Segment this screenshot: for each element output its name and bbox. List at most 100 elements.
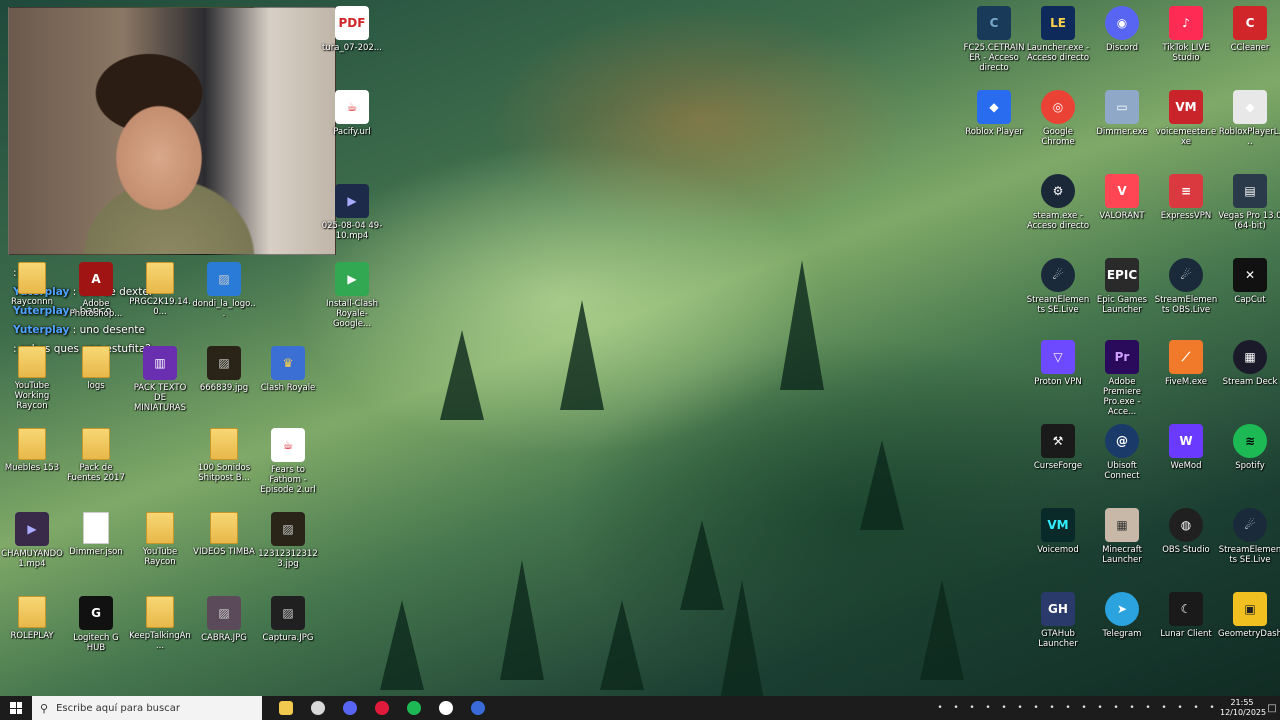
desktop-icon[interactable]: ➤ Telegram xyxy=(1090,592,1154,639)
desktop-icon[interactable]: ☄ StreamElements SE.Live xyxy=(1218,508,1280,565)
desktop-icon[interactable]: logs xyxy=(64,346,128,391)
desktop-icon[interactable]: EPIC Epic Games Launcher xyxy=(1090,258,1154,315)
desktop-icon[interactable]: ☾ Lunar Client xyxy=(1154,592,1218,639)
desktop-icon[interactable]: @ Ubisoft Connect xyxy=(1090,424,1154,481)
chat-message: Yuterplay : uno desente xyxy=(13,321,343,340)
spotify-icon: ≋ xyxy=(1233,424,1267,458)
desktop-icon[interactable]: ☕ Fears to Fathom - Episode 2.url xyxy=(256,428,320,495)
desktop-icon[interactable]: ◆ RobloxPlayerL... xyxy=(1218,90,1280,147)
start-button[interactable] xyxy=(0,696,32,720)
steam-icon[interactable]: • xyxy=(964,696,980,720)
desktop-icon[interactable]: ▦ Minecraft Launcher xyxy=(1090,508,1154,565)
desktop-icon[interactable]: V VALORANT xyxy=(1090,174,1154,221)
desktop-icon[interactable]: Dimmer.json xyxy=(64,512,128,557)
obs-icon: ◍ xyxy=(1169,508,1203,542)
discord-icon[interactable]: • xyxy=(1060,696,1076,720)
desktop-icon[interactable]: ▤ Vegas Pro 13.0 (64-bit) xyxy=(1218,174,1280,231)
discord-icon[interactable] xyxy=(334,696,366,720)
desktop-icon[interactable]: VM Voicemod xyxy=(1026,508,1090,555)
desktop-icon[interactable]: ▶ Install-Clash Royale-Google... xyxy=(320,262,384,329)
keyboard-icon[interactable]: • xyxy=(1188,696,1204,720)
desktop-icon[interactable]: ▽ Proton VPN xyxy=(1026,340,1090,387)
app-icon[interactable] xyxy=(462,696,494,720)
desktop-icon[interactable]: C FC25.CETRAINER - Acceso directo xyxy=(962,6,1026,73)
speaker-icon[interactable]: • xyxy=(1140,696,1156,720)
g-hub-icon[interactable] xyxy=(430,696,462,720)
desktop-icon[interactable]: Muebles 153 xyxy=(0,428,64,473)
cloud-icon[interactable]: • xyxy=(996,696,1012,720)
desktop-icon[interactable]: YouTube Working Raycon xyxy=(0,346,64,411)
desktop-icon[interactable]: ▶ 025-08-04 49-10.mp4 xyxy=(320,184,384,241)
desktop-icon[interactable]: ▥ PACK TEXTO DE MINIATURAS xyxy=(128,346,192,413)
desktop-icon[interactable]: ▣ GeometryDash xyxy=(1218,592,1280,639)
desktop-icon[interactable]: ◉ Discord xyxy=(1090,6,1154,53)
battery-icon[interactable]: • xyxy=(1172,696,1188,720)
display-icon[interactable]: • xyxy=(1204,696,1220,720)
desktop-icon[interactable]: ≡ ExpressVPN xyxy=(1154,174,1218,221)
desktop-icon[interactable]: ☄ StreamElements SE.Live xyxy=(1026,258,1090,315)
desktop-icon[interactable]: ▨ dondi_la_logo... xyxy=(192,262,256,319)
desktop-icon[interactable]: VM voicemeeter.exe xyxy=(1154,90,1218,147)
desktop-icon[interactable]: ☕ Pacify.url xyxy=(320,90,384,137)
desktop-icon[interactable]: ⟋ FiveM.exe xyxy=(1154,340,1218,387)
desktop-icon[interactable]: ◎ Google Chrome xyxy=(1026,90,1090,147)
desktop-icon[interactable]: VIDEOS TIMBA xyxy=(192,512,256,557)
desktop-icon[interactable]: W WeMod xyxy=(1154,424,1218,471)
vpn-icon[interactable]: • xyxy=(1012,696,1028,720)
desktop-icon[interactable]: ▶ CHAMUYANDO 1.mp4 xyxy=(0,512,64,569)
file-explorer-icon[interactable] xyxy=(270,696,302,720)
desktop-icon-label: Fears to Fathom - Episode 2.url xyxy=(260,465,316,495)
network-icon[interactable]: • xyxy=(980,696,996,720)
desktop-icon[interactable]: G Logitech G HUB xyxy=(64,596,128,653)
desktop-icon[interactable]: ▨ 666839.jpg xyxy=(192,346,256,393)
desktop-icon[interactable]: ⚒ CurseForge xyxy=(1026,424,1090,471)
desktop-icon[interactable]: ▨ 123123123123.jpg xyxy=(256,512,320,569)
folder-icon xyxy=(82,346,110,378)
desktop-icon[interactable]: KeepTalkingAn... xyxy=(128,596,192,651)
notification-icon[interactable]: □ xyxy=(1264,696,1280,720)
desktop-icon[interactable]: Pr Adobe Premiere Pro.exe - Acce... xyxy=(1090,340,1154,417)
nvidia-icon[interactable]: • xyxy=(1028,696,1044,720)
lunar-client-icon: ☾ xyxy=(1169,592,1203,626)
spotify-icon[interactable]: • xyxy=(1044,696,1060,720)
volume-icon[interactable]: • xyxy=(1156,696,1172,720)
bluetooth-icon[interactable]: • xyxy=(1092,696,1108,720)
desktop-icon[interactable]: ☄ StreamElements OBS.Live xyxy=(1154,258,1218,315)
streamelements-icon[interactable] xyxy=(302,696,334,720)
opera-gx-icon[interactable] xyxy=(366,696,398,720)
desktop-icon[interactable]: PDF tura_07-202... xyxy=(320,6,384,53)
security-icon[interactable]: • xyxy=(1076,696,1092,720)
obs-icon[interactable]: • xyxy=(932,696,948,720)
desktop-icon[interactable]: PRGC2K19.14.0... xyxy=(128,262,192,317)
clock[interactable]: 21:55 12/10/2025 xyxy=(1220,698,1266,718)
desktop-icon[interactable]: C CCleaner xyxy=(1218,6,1280,53)
desktop-icon-label: VALORANT xyxy=(1099,211,1145,221)
desktop-icon[interactable]: A Adobe Photoshop... xyxy=(64,262,128,319)
desktop-icon-label: 123123123123.jpg xyxy=(258,549,318,569)
desktop-icon[interactable]: ✕ CapCut xyxy=(1218,258,1280,305)
desktop-icon[interactable]: ▨ Captura.JPG xyxy=(256,596,320,643)
desktop-icon[interactable]: ♪ TikTok LIVE Studio xyxy=(1154,6,1218,63)
desktop-icon[interactable]: ♛ Clash Royale xyxy=(256,346,320,393)
curseforge-icon: ⚒ xyxy=(1041,424,1075,458)
desktop-icon[interactable]: Rayconnn xyxy=(0,262,64,307)
desktop-icon[interactable]: ▦ Stream Deck xyxy=(1218,340,1280,387)
chevron-icon[interactable]: • xyxy=(1108,696,1124,720)
settings-icon[interactable]: • xyxy=(948,696,964,720)
voicemeeter-icon: VM xyxy=(1169,90,1203,124)
desktop-icon[interactable]: ROLEPLAY xyxy=(0,596,64,641)
gear-icon[interactable]: • xyxy=(1124,696,1140,720)
search-box[interactable]: ⚲ Escribe aquí para buscar xyxy=(32,696,262,720)
desktop-icon[interactable]: ▨ CABRA.JPG xyxy=(192,596,256,643)
desktop-icon[interactable]: ⚙ steam.exe - Acceso directo xyxy=(1026,174,1090,231)
spotify-icon[interactable] xyxy=(398,696,430,720)
desktop-icon[interactable]: GH GTAHub Launcher xyxy=(1026,592,1090,649)
desktop-icon[interactable]: 100 Sonidos Shitpost B... xyxy=(192,428,256,483)
desktop-icon[interactable]: YouTube Raycon xyxy=(128,512,192,567)
desktop-icon[interactable]: ◍ OBS Studio xyxy=(1154,508,1218,555)
desktop-icon[interactable]: LE Launcher.exe - Acceso directo xyxy=(1026,6,1090,63)
desktop-icon[interactable]: ◆ Roblox Player xyxy=(962,90,1026,137)
desktop-icon[interactable]: ≋ Spotify xyxy=(1218,424,1280,471)
desktop-icon[interactable]: Pack de Fuentes 2017 xyxy=(64,428,128,483)
desktop-icon[interactable]: ▭ Dimmer.exe xyxy=(1090,90,1154,137)
